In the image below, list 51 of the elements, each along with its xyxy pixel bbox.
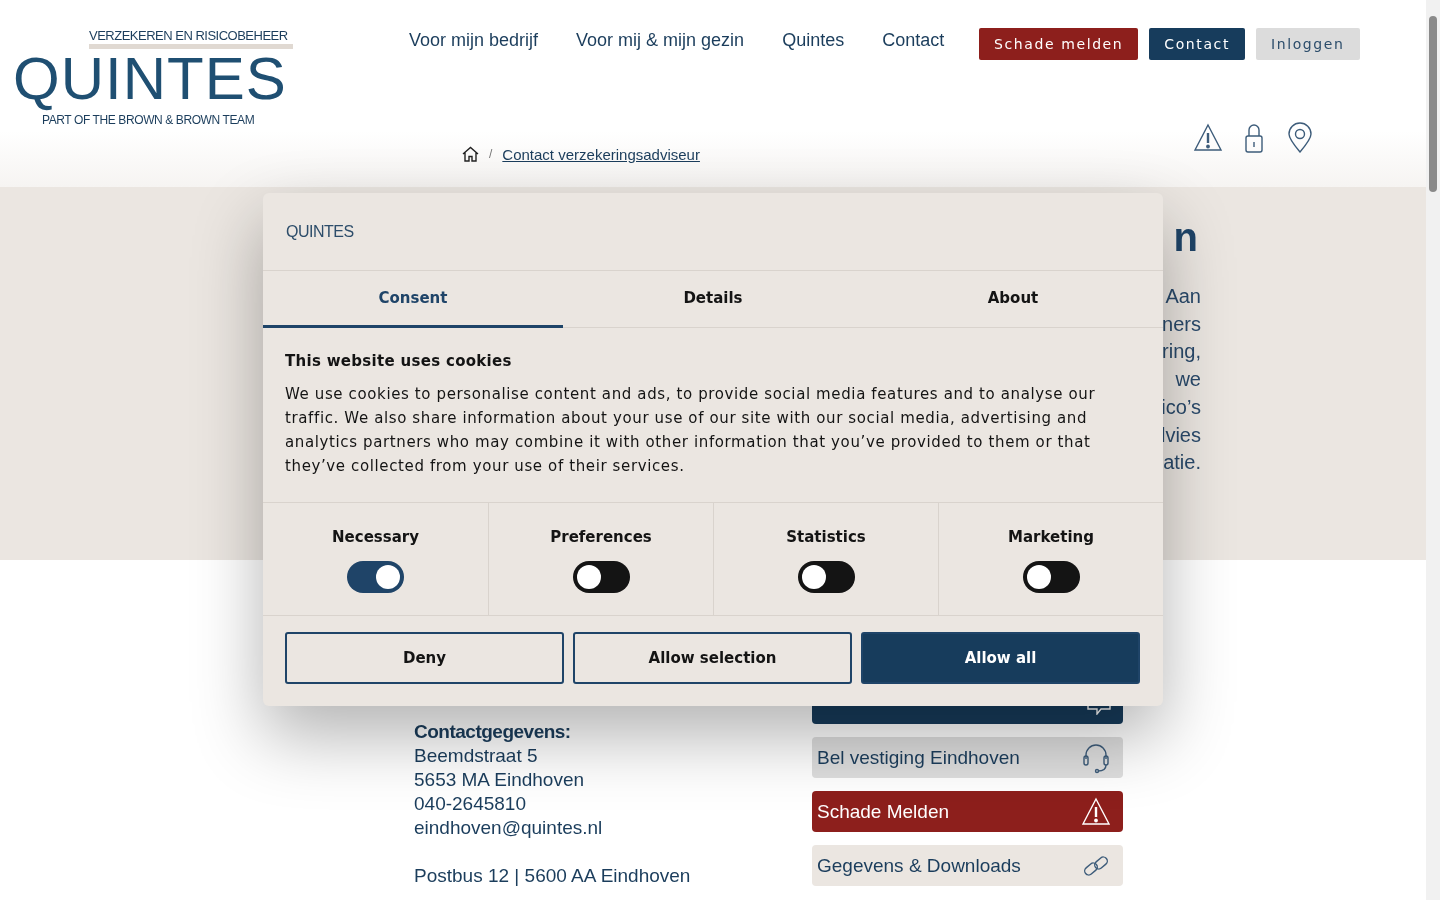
nav-link[interactable]: Contact (882, 30, 945, 94)
nav-link[interactable]: Quintes (782, 30, 845, 94)
category-label: Necessary (332, 528, 419, 546)
consent-button[interactable]: Allow all (861, 632, 1140, 684)
category-toggle[interactable] (797, 561, 855, 593)
dialog-tab[interactable]: About (863, 271, 1163, 328)
contact-line: 040-2645810 (414, 792, 527, 816)
contact-line: Beemdstraat 5 (414, 744, 539, 768)
nav-link[interactable]: Voor mij & mijn gezin (576, 30, 745, 94)
action-button[interactable]: Schade Melden (812, 791, 1123, 832)
dialog-text: We use cookies to personalise content and ads, to provide social media features and to analyse our traffic. We also share information about your use of our site with our social media, advertising and analytics partners who may combine it with other information that you’ve provided to them or that they’ve collected from your use of their services. (285, 384, 1097, 477)
category-label: Statistics (786, 528, 866, 546)
action-button[interactable]: Gegevens & Downloads (812, 845, 1123, 886)
breadcrumb-separator: / (489, 147, 493, 162)
contact-line: 5653 MA Eindhoven (414, 768, 586, 792)
company-logo[interactable]: VERZEKEREN EN RISICOBEHEER QUINTES PART OF THE BROWN & BROWN TEAM (13, 28, 409, 187)
header-button[interactable]: Contact (1149, 28, 1245, 60)
header-button[interactable]: Inloggen (1256, 28, 1360, 60)
category-toggle[interactable] (1022, 561, 1080, 593)
intro-text: ico’s (1161, 394, 1201, 420)
location-pin-icon[interactable] (1285, 121, 1315, 154)
category-label: Preferences (550, 528, 652, 546)
category-toggle[interactable] (572, 561, 630, 593)
page-heading: n (1173, 214, 1198, 261)
consent-button[interactable]: Deny (285, 632, 564, 684)
dialog-tab[interactable]: Consent (263, 271, 563, 328)
warning-icon[interactable] (1193, 121, 1223, 154)
intro-text: ring, (1162, 339, 1201, 365)
warning-icon (1081, 795, 1111, 828)
dialog-title: This website uses cookies (285, 352, 513, 370)
logo-tagline: VERZEKEREN EN RISICOBEHEER (89, 28, 293, 49)
logo-subtitle: PART OF THE BROWN & BROWN TEAM (42, 113, 256, 127)
header-button[interactable]: Schade melden (979, 28, 1139, 60)
intro-text: ners (1162, 311, 1201, 337)
intro-text: Aan (1165, 284, 1201, 309)
consent-button[interactable]: Allow selection (573, 632, 852, 684)
postbus-address: Postbus 12 | 5600 AA Eindhoven (414, 864, 692, 888)
scrollbar[interactable] (1426, 0, 1440, 900)
dialog-tab[interactable]: Details (563, 271, 863, 328)
action-button[interactable]: Bel vestiging Eindhoven (812, 737, 1123, 778)
dialog-logo: QUINTES (286, 222, 354, 241)
headset-icon (1081, 741, 1111, 774)
breadcrumb-link[interactable]: Contact verzekeringsadviseur (502, 145, 700, 163)
contact-line: eindhoven@quintes.nl (414, 816, 604, 840)
intro-text: we (1175, 367, 1201, 393)
home-icon[interactable] (462, 146, 479, 163)
intro-text: atie. (1163, 450, 1201, 476)
category-label: Marketing (1008, 528, 1094, 546)
category-toggle[interactable] (347, 561, 404, 593)
contact-heading: Contactgegevens: (414, 720, 572, 744)
nav-link[interactable]: Voor mijn bedrijf (409, 30, 539, 94)
